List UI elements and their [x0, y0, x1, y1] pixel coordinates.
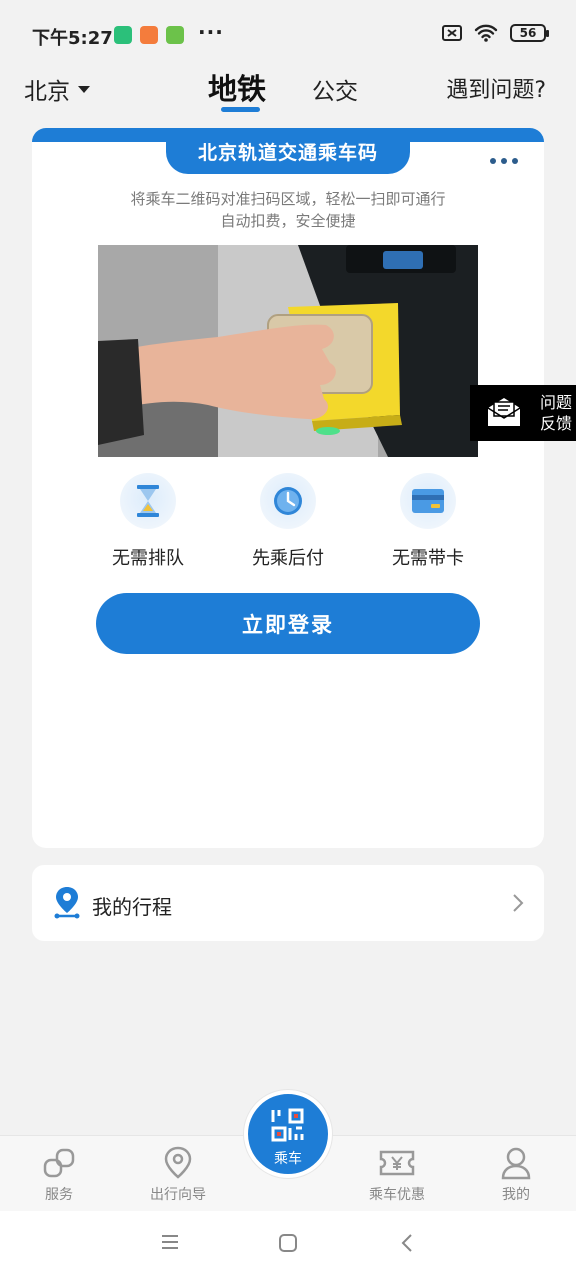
tab-label: 乘车优惠 — [369, 1187, 425, 1203]
location-pin-icon — [52, 885, 82, 923]
user-icon — [471, 1144, 561, 1182]
tab-label: 服务 — [45, 1187, 73, 1203]
city-selector[interactable]: 北京 — [24, 72, 90, 106]
battery-level: 56 — [519, 26, 537, 40]
tab-me[interactable]: 我的 — [471, 1144, 561, 1204]
active-tab-indicator — [221, 107, 260, 112]
tab-ride-discounts[interactable]: 乘车优惠 — [352, 1144, 442, 1204]
tab-label: 我的 — [502, 1187, 530, 1203]
tab-bus[interactable]: 公交 — [312, 72, 358, 106]
system-navigation-bar — [0, 1211, 576, 1280]
feature-ride-first-pay-later: 先乘后付 — [236, 473, 340, 570]
location-icon — [133, 1144, 223, 1182]
coupon-icon — [352, 1144, 442, 1182]
hourglass-icon — [120, 473, 176, 529]
caret-down-icon — [78, 85, 90, 93]
home-icon[interactable] — [278, 1233, 298, 1257]
feedback-label-line2: 反馈 — [540, 414, 573, 433]
tab-metro[interactable]: 地铁 — [208, 66, 266, 108]
battery-icon: 56 — [510, 24, 549, 42]
ride-code-card: 北京轨道交通乘车码 将乘车二维码对准扫码区域，轻松一扫即可通行 自动扣费，安全便… — [32, 128, 544, 848]
app-notification-icon — [114, 26, 132, 44]
feature-label: 先乘后付 — [252, 548, 324, 569]
app-notification-icon — [140, 26, 158, 44]
more-notifications-icon: ··· — [198, 20, 224, 44]
status-time: 下午5:27 — [32, 28, 113, 49]
services-icon — [14, 1144, 104, 1182]
tab-label: 出行向导 — [150, 1187, 206, 1203]
my-trips-row[interactable]: 我的行程 — [32, 865, 544, 941]
back-icon[interactable] — [400, 1233, 414, 1257]
card-icon — [400, 473, 456, 529]
tab-ride[interactable]: 乘车 — [244, 1090, 332, 1178]
help-link[interactable]: 遇到问题? — [446, 72, 546, 104]
wifi-icon — [474, 24, 498, 42]
feedback-label: 问题 反馈 — [540, 392, 572, 434]
top-navigation: 北京 地铁 公交 遇到问题? — [0, 60, 576, 120]
city-label: 北京 — [24, 79, 70, 105]
feature-label: 无需带卡 — [392, 548, 464, 569]
card-subtitle-line2: 自动扣费，安全便捷 — [220, 212, 356, 230]
no-sim-icon — [442, 25, 462, 41]
tab-services[interactable]: 服务 — [14, 1144, 104, 1204]
download-notification-icon — [166, 26, 184, 44]
feature-label: 无需排队 — [112, 548, 184, 569]
login-button[interactable]: 立即登录 — [96, 593, 480, 654]
more-options-icon[interactable] — [490, 158, 518, 164]
gate-scan-illustration — [98, 245, 478, 457]
feedback-label-line1: 问题 — [540, 393, 573, 412]
card-title: 北京轨道交通乘车码 — [166, 128, 410, 174]
clock-icon — [260, 473, 316, 529]
my-trips-label: 我的行程 — [92, 895, 172, 919]
feature-no-card-needed: 无需带卡 — [376, 473, 480, 570]
feedback-envelope-icon — [486, 394, 522, 432]
card-subtitle-line1: 将乘车二维码对准扫码区域，轻松一扫即可通行 — [130, 190, 446, 208]
menu-icon[interactable] — [160, 1233, 180, 1255]
tab-travel-guide[interactable]: 出行向导 — [133, 1144, 223, 1204]
chevron-right-icon — [512, 893, 524, 917]
feedback-button[interactable]: 问题 反馈 — [470, 385, 576, 441]
tab-label: 乘车 — [274, 1151, 302, 1167]
feature-no-queue: 无需排队 — [96, 473, 200, 570]
qr-code-icon — [248, 1108, 328, 1146]
